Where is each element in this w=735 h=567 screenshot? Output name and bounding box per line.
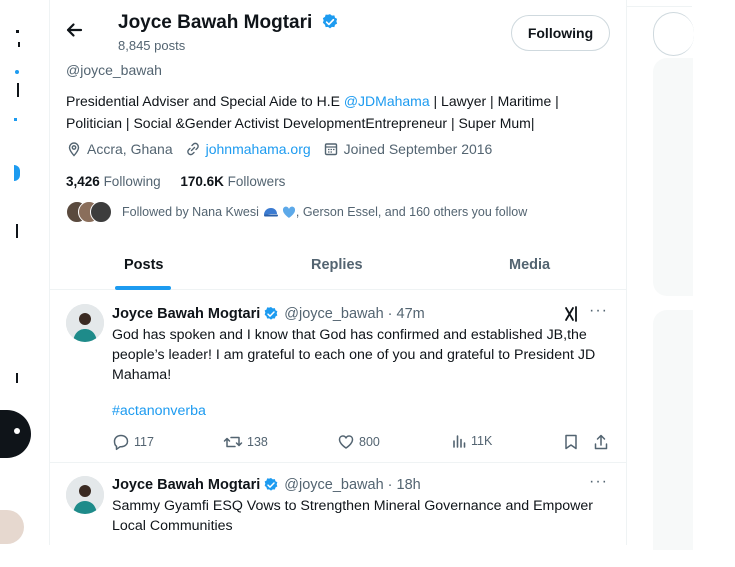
view-count: 11K xyxy=(471,434,493,448)
bookmark-button[interactable] xyxy=(563,433,583,451)
verified-badge-icon[interactable] xyxy=(321,13,339,31)
post-author-avatar[interactable] xyxy=(66,476,104,514)
post-text: God has spoken and I know that God has c… xyxy=(112,327,596,383)
location-text: Accra, Ghana xyxy=(87,141,173,157)
reply-button[interactable]: 117 xyxy=(112,433,154,451)
share-icon xyxy=(594,434,608,450)
like-button[interactable]: 800 xyxy=(337,433,380,451)
more-options-icon[interactable]: ··· xyxy=(589,302,608,320)
location-pin-icon xyxy=(68,142,80,157)
website-link[interactable]: johnmahama.org xyxy=(206,141,311,157)
tab-posts[interactable]: Posts xyxy=(124,257,164,273)
post-item[interactable]: Joyce Bawah Mogtari @joyce_bawah · 18h ·… xyxy=(50,463,626,545)
post-count: 8,845 posts xyxy=(118,38,186,53)
verified-badge-icon xyxy=(264,307,278,320)
followers-count-link[interactable]: 170.6K Followers xyxy=(180,174,285,189)
profile-column: Joyce Bawah Mogtari 8,845 posts Followin… xyxy=(49,0,627,545)
post-author-name[interactable]: Joyce Bawah Mogtari xyxy=(112,477,260,493)
arrow-left-icon xyxy=(66,23,83,37)
analytics-icon xyxy=(453,435,466,448)
header-name-text: Joyce Bawah Mogtari xyxy=(118,12,313,33)
profile-meta: Accra, Ghana johnmahama.org Joined Septe… xyxy=(66,141,504,157)
account-avatar[interactable] xyxy=(0,510,24,544)
repost-count: 138 xyxy=(247,435,268,449)
author-photo xyxy=(66,476,104,514)
nav-fragment-mark xyxy=(16,30,19,33)
left-nav-fragment xyxy=(0,0,31,567)
website-item[interactable]: johnmahama.org xyxy=(185,141,311,157)
joined-item: Joined September 2016 xyxy=(323,141,493,157)
author-photo xyxy=(66,304,104,342)
verified-badge-icon xyxy=(264,478,278,491)
tab-media[interactable]: Media xyxy=(509,257,550,273)
followed-by-text-rest: , Gerson Essel, and 160 others you follo… xyxy=(295,205,528,219)
post-handle-time: @joyce_bawah · 47m xyxy=(284,306,425,322)
nav-fragment-mark xyxy=(18,42,20,47)
post-author-avatar[interactable] xyxy=(66,304,104,342)
heart-icon xyxy=(338,435,354,449)
follow-counts: 3,426 Following 170.6K Followers xyxy=(66,174,285,189)
nav-fragment-badge xyxy=(14,165,20,181)
header-name: Joyce Bawah Mogtari xyxy=(118,12,339,34)
repost-button[interactable]: 138 xyxy=(223,433,268,451)
profile-bio: Presidential Adviser and Special Aide to… xyxy=(66,90,606,134)
following-button[interactable]: Following xyxy=(511,15,610,51)
repost-icon xyxy=(223,436,243,448)
more-options-icon[interactable]: ··· xyxy=(589,473,608,491)
following-count: 3,426 xyxy=(66,174,100,189)
profile-header: Joyce Bawah Mogtari 8,845 posts Followin… xyxy=(50,0,626,58)
reply-count: 117 xyxy=(134,435,154,449)
cap-emoji-icon xyxy=(263,208,278,217)
side-panel-fragment xyxy=(653,58,693,296)
joined-text: Joined September 2016 xyxy=(343,141,493,157)
nav-fragment-dot xyxy=(15,70,19,74)
profile-tabs: Posts Replies Media xyxy=(50,245,626,290)
bio-text: Presidential Adviser and Special Aide to… xyxy=(66,93,344,109)
views-button[interactable]: 11K xyxy=(451,433,492,449)
post-actions: 117 138 800 11K xyxy=(112,433,612,453)
followers-count: 170.6K xyxy=(180,174,224,189)
followed-by-avatars xyxy=(66,201,116,223)
reply-icon xyxy=(113,434,129,451)
post-text: Sammy Gyamfi ESQ Vows to Strengthen Mine… xyxy=(112,498,594,534)
back-button[interactable] xyxy=(64,20,84,40)
followed-by[interactable]: Followed by Nana Kwesi , Gerson Essel, a… xyxy=(66,201,527,223)
follower-avatar xyxy=(90,201,112,223)
nav-fragment-mark xyxy=(16,224,18,238)
post-hashtag[interactable]: #actanonverba xyxy=(112,401,612,421)
post-author: Joyce Bawah Mogtari @joyce_bawah · 18h xyxy=(112,477,421,493)
followed-by-text: Followed by Nana Kwesi xyxy=(122,205,259,219)
bio-mention-link[interactable]: @JDMahama xyxy=(344,93,430,109)
post-author: Joyce Bawah Mogtari @joyce_bawah · 47m xyxy=(112,306,425,322)
compose-icon xyxy=(14,428,20,434)
link-icon xyxy=(186,142,199,156)
profile-handle: @joyce_bawah xyxy=(66,62,162,78)
post-author-name[interactable]: Joyce Bawah Mogtari xyxy=(112,306,260,322)
share-button[interactable] xyxy=(593,433,613,451)
tab-replies[interactable]: Replies xyxy=(311,257,363,273)
bookmark-icon xyxy=(565,434,577,450)
following-label: Following xyxy=(103,174,161,189)
location-item: Accra, Ghana xyxy=(66,141,173,157)
nav-fragment-mark xyxy=(16,373,18,383)
followers-label: Followers xyxy=(227,174,286,189)
post-item[interactable]: Joyce Bawah Mogtari @joyce_bawah · 47m ·… xyxy=(50,290,626,463)
nav-fragment-mark xyxy=(17,83,19,97)
post-compose-button[interactable] xyxy=(0,410,31,458)
side-panel-fragment xyxy=(653,310,693,550)
following-count-link[interactable]: 3,426 Following xyxy=(66,174,161,189)
nav-fragment-mark xyxy=(14,118,17,121)
post-handle-time: @joyce_bawah · 18h xyxy=(284,477,421,493)
calendar-icon xyxy=(324,143,337,156)
grok-icon xyxy=(565,306,577,322)
blue-heart-icon xyxy=(282,206,295,218)
like-count: 800 xyxy=(359,435,380,449)
search-field-fragment[interactable] xyxy=(653,12,694,56)
